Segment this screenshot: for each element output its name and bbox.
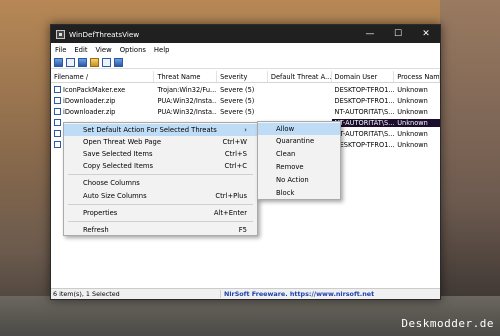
table-row[interactable]: iDownloader.zip PUA:Win32/Insta... Severe… (51, 106, 440, 117)
menu-item-set-default-action[interactable]: Set Default Action For Selected Threats › (64, 124, 257, 136)
menu-separator (68, 221, 253, 222)
column-header-filename[interactable]: Filename / (51, 71, 155, 82)
copy-icon[interactable] (66, 57, 75, 67)
submenu-item-block[interactable]: Block (258, 187, 340, 199)
menu-edit[interactable]: Edit (70, 46, 91, 54)
window-title: WinDefThreatsView (69, 29, 140, 39)
table-row[interactable]: IconPackMaker.exe Trojan:Win32/Fu... Seve… (51, 84, 440, 95)
menu-item-refresh[interactable]: Refresh F5 (64, 224, 257, 236)
background-wall (440, 0, 500, 336)
exit-icon[interactable] (114, 57, 123, 67)
menu-help[interactable]: Help (150, 46, 174, 54)
table-row[interactable]: iDownloader.zip PUA:Win32/Insta... Severe… (51, 95, 440, 106)
menu-separator (68, 174, 253, 175)
submenu-item-no-action[interactable]: No Action (258, 174, 340, 186)
search-icon[interactable] (102, 57, 111, 67)
app-icon (56, 29, 65, 39)
menu-item-open-threat-web-page[interactable]: Open Threat Web Page Ctrl+W (64, 136, 257, 148)
file-icon (54, 118, 61, 126)
file-icon (54, 96, 61, 104)
title-bar[interactable]: WinDefThreatsView — ☐ ✕ (51, 25, 440, 43)
save-icon[interactable] (54, 57, 63, 67)
file-icon (54, 85, 61, 93)
maximize-button[interactable]: ☐ (384, 25, 412, 43)
minimize-button[interactable]: — (356, 25, 384, 43)
column-header-process-name[interactable]: Process Nam (394, 71, 440, 82)
background-desk (0, 296, 500, 336)
menu-item-properties[interactable]: Properties Alt+Enter (64, 207, 257, 219)
submenu-arrow-icon: › (244, 126, 247, 134)
status-nirsoft-link[interactable]: NirSoft Freeware. https://www.nirsoft.ne… (221, 290, 440, 298)
submenu-default-action: Allow Quarantine Clean Remove No Action … (257, 121, 341, 200)
file-icon (54, 129, 61, 137)
column-header-default-action[interactable]: Default Threat A... (268, 71, 332, 82)
menu-separator (68, 204, 253, 205)
status-bar: 6 item(s), 1 Selected NirSoft Freeware. … (51, 288, 440, 299)
submenu-item-allow[interactable]: Allow (258, 123, 340, 135)
menu-item-copy-selected[interactable]: Copy Selected Items Ctrl+C (64, 160, 257, 172)
submenu-item-quarantine[interactable]: Quarantine (258, 135, 340, 147)
file-icon (54, 140, 61, 148)
toolbar (51, 56, 440, 69)
watermark-text: Deskmodder.de (401, 317, 494, 330)
column-header-threat-name[interactable]: Threat Name (154, 71, 218, 82)
file-icon (54, 107, 61, 115)
menu-file[interactable]: File (51, 46, 70, 54)
properties-icon[interactable] (90, 57, 99, 67)
sort-indicator: / (85, 73, 89, 81)
report-icon[interactable] (78, 57, 87, 67)
submenu-item-remove[interactable]: Remove (258, 161, 340, 173)
close-button[interactable]: ✕ (412, 25, 440, 43)
column-header-severity[interactable]: Severity (217, 71, 268, 82)
menu-item-auto-size-columns[interactable]: Auto Size Columns Ctrl+Plus (64, 190, 257, 202)
menu-view[interactable]: View (92, 46, 116, 54)
context-menu: Set Default Action For Selected Threats ›… (63, 122, 258, 236)
submenu-item-clean[interactable]: Clean (258, 148, 340, 160)
menu-item-save-selected[interactable]: Save Selected Items Ctrl+S (64, 148, 257, 160)
menu-bar: File Edit View Options Help (51, 43, 440, 56)
menu-item-choose-columns[interactable]: Choose Columns (64, 177, 257, 189)
status-item-count: 6 item(s), 1 Selected (51, 290, 221, 298)
table-header: Filename / Threat Name Severity Default … (51, 71, 440, 83)
menu-options[interactable]: Options (116, 46, 150, 54)
column-header-domain-user[interactable]: Domain User (332, 71, 395, 82)
